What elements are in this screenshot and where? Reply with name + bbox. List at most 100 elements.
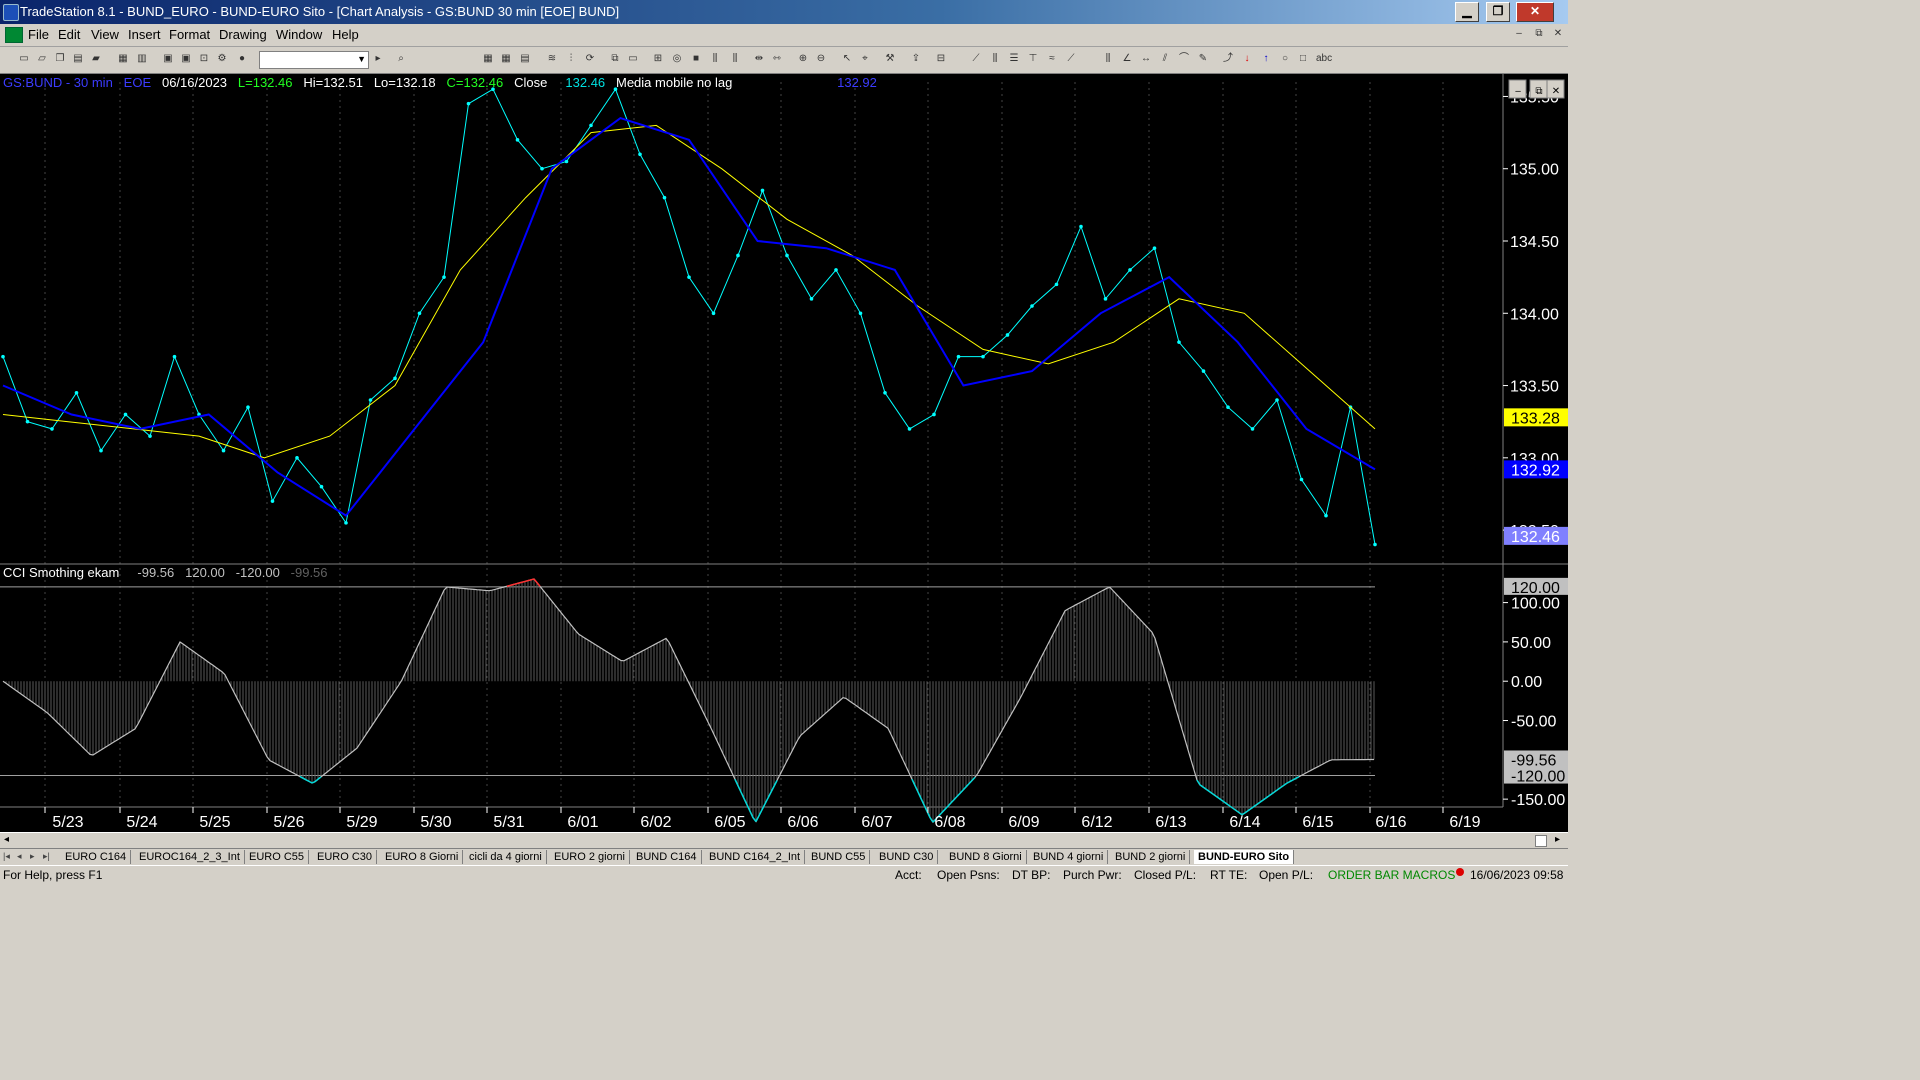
cci-tick-label-3: -50.00 [1511,714,1556,731]
menu-window[interactable]: Window [276,27,322,42]
zoom-in-icon[interactable]: ⊕ [797,53,809,65]
strategy-icon[interactable]: ⧉ [609,53,621,65]
fib-fan-icon[interactable]: ⟋ [1065,53,1077,65]
export-icon[interactable]: ⇪ [910,53,922,65]
tab-bund-euro-sito[interactable]: BUND-EURO Sito [1194,850,1295,864]
tab-bund-c164[interactable]: BUND C164 [632,850,702,864]
tab-euroc164-2-3-int[interactable]: EUROC164_2_3_Int [135,850,245,864]
grid-icon[interactable]: ▦ [482,53,494,65]
chart-area[interactable]: 135.50135.00134.50134.00133.50133.00132.… [0,74,1568,832]
angle-icon[interactable]: ∠ [1121,53,1133,65]
tab-bund-2-giorni[interactable]: BUND 2 giorni [1111,850,1191,864]
text-icon[interactable]: abc [1316,53,1332,65]
radar-icon[interactable]: ◎ [671,53,683,65]
tab-bund-4-giorni[interactable]: BUND 4 giorni [1029,850,1109,864]
tab-next-icon[interactable]: ▸ [30,851,35,862]
scroll-left-icon[interactable]: ◂ [4,834,9,845]
mdi-restore-button[interactable]: ⧉ [1531,27,1547,42]
print-icon[interactable]: ▦ [117,53,129,65]
print-preview-icon[interactable]: ▥ [136,53,148,65]
arrow-up-icon[interactable]: ↑ [1260,53,1272,65]
line-icon[interactable]: ⟋ [970,53,982,65]
refresh-icon[interactable]: ⟳ [584,53,596,65]
tab-first-icon[interactable]: |◂ [3,851,10,862]
monitor-icon[interactable]: ▭ [627,53,639,65]
bars2-icon[interactable]: ⫼ [729,53,741,65]
chart-canvas[interactable]: 135.50135.00134.50134.00133.50133.00132.… [0,74,1568,832]
menu-edit[interactable]: Edit [58,27,80,42]
spacing-icon[interactable]: ⇹ [753,53,765,65]
scroll-right-icon[interactable]: ▸ [1555,834,1560,845]
open-icon[interactable]: ▱ [36,53,48,65]
arrow-lr-icon[interactable]: ↔ [1140,53,1152,65]
gear-icon[interactable]: ⚙ [216,53,228,65]
folder-icon[interactable]: ▰ [90,53,102,65]
tab-euro-c55[interactable]: EURO C55 [245,850,310,864]
menu-help[interactable]: Help [332,27,359,42]
tab-bund-c164-2-int[interactable]: BUND C164_2_Int [705,850,806,864]
tab-bund-c30[interactable]: BUND C30 [875,850,939,864]
bars-icon[interactable]: ⫼ [709,53,721,65]
pointer-icon[interactable]: ↖ [841,53,853,65]
gann-icon[interactable]: ⫼ [1102,53,1114,65]
disabled-icon[interactable]: ⊟ [935,53,947,65]
menu-format[interactable]: Format [169,27,210,42]
copy-icon[interactable]: ❐ [54,53,66,65]
pencil-icon[interactable]: ✎ [1197,53,1209,65]
window-icon[interactable]: ▣ [162,53,174,65]
rect-icon[interactable]: □ [1297,53,1309,65]
scanner-icon[interactable]: ⊞ [652,53,664,65]
paste-icon[interactable]: ▤ [72,53,84,65]
globe-icon[interactable]: ● [236,53,248,65]
minimize-button[interactable]: ▁ [1455,2,1479,22]
chevron-down-icon[interactable]: ▼ [357,54,366,64]
arc-icon[interactable]: ⌒ [1178,53,1190,65]
chart-window-icon[interactable] [5,27,23,43]
scroll-thumb[interactable] [1535,835,1547,847]
status-macros[interactable]: ORDER BAR MACROS [1328,868,1455,882]
spacing2-icon[interactable]: ⇿ [771,53,783,65]
tab-last-icon[interactable]: ▸| [43,851,50,862]
find-icon[interactable]: ⌕ [395,53,407,65]
tab-euro-2-giorni[interactable]: EURO 2 giorni [550,850,630,864]
tab-euro-8-giorni[interactable]: EURO 8 Giorni [381,850,464,864]
zoom-out-icon[interactable]: ⊖ [815,53,827,65]
menu-bar: File Edit View Insert Format Drawing Win… [0,24,1568,47]
cursor-icon[interactable]: ⌖ [859,53,871,65]
parallel-icon[interactable]: ⫽ [1159,53,1171,65]
table-icon[interactable]: ▤ [519,53,531,65]
mdi-close-button[interactable]: ✕ [1550,27,1566,42]
ohlc-icon[interactable]: ⫶ [565,53,577,65]
matrix-icon[interactable]: ■ [690,53,702,65]
fib-icon[interactable]: ≈ [1046,53,1058,65]
window2-icon[interactable]: ▣ [180,53,192,65]
menu-drawing[interactable]: Drawing [219,27,267,42]
tab-euro-c30[interactable]: EURO C30 [313,850,378,864]
menu-view[interactable]: View [91,27,119,42]
symbol-combo[interactable]: ▼ [259,51,369,69]
tab-euro-c164[interactable]: EURO C164 [61,850,132,864]
play-icon[interactable]: ▸ [372,53,384,65]
tab-cicli-4-giorni[interactable]: cicli da 4 giorni [465,850,547,864]
hlines-icon[interactable]: ☰ [1008,53,1020,65]
menu-file[interactable]: File [28,27,49,42]
restore-button[interactable]: ❐ [1486,2,1510,22]
new-icon[interactable]: ▭ [18,53,30,65]
grid2-icon[interactable]: ▦ [500,53,512,65]
vlines-icon[interactable]: ⫼ [989,53,1001,65]
mdi-minimize-button[interactable]: ‒ [1511,27,1527,42]
menu-insert[interactable]: Insert [128,27,161,42]
chart-icon[interactable]: ≋ [546,53,558,65]
tab-bund-8-giorni[interactable]: BUND 8 Giorni [945,850,1027,864]
tab-prev-icon[interactable]: ◂ [17,851,22,862]
close-point-9 [221,448,226,453]
channel-icon[interactable]: ⊤ [1027,53,1039,65]
curve-icon[interactable]: ⤴ [1222,53,1234,65]
horizontal-scrollbar[interactable]: ◂ ▸ [0,832,1568,849]
tab-bund-c55[interactable]: BUND C55 [807,850,871,864]
arrow-down-icon[interactable]: ↓ [1241,53,1253,65]
close-button[interactable]: ✕ [1516,2,1554,22]
tools-icon[interactable]: ⚒ [884,53,896,65]
circle-icon[interactable]: ○ [1279,53,1291,65]
lock-icon[interactable]: ⊡ [198,53,210,65]
